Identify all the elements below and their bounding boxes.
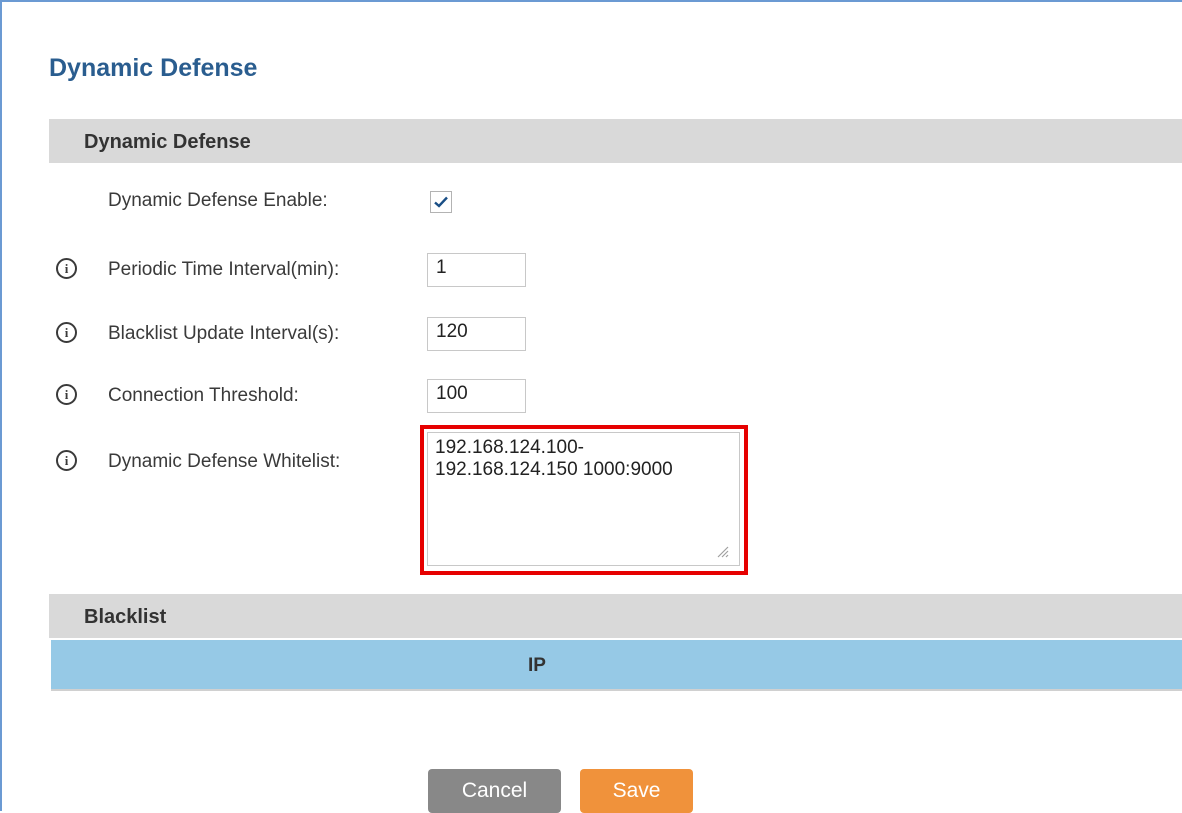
whitelist-textarea[interactable]: 192.168.124.100- 192.168.124.150 1000:90… <box>427 432 740 566</box>
dynamic-defense-enable-checkbox[interactable] <box>430 191 452 213</box>
resize-handle-icon[interactable] <box>715 544 729 558</box>
section-header-label: Blacklist <box>84 606 167 628</box>
section-header-label: Dynamic Defense <box>84 131 251 153</box>
blacklist-table-header: IP <box>51 640 1182 691</box>
blacklist-interval-label: Blacklist Update Interval(s): <box>108 323 340 344</box>
column-header-ip[interactable]: IP <box>528 655 546 677</box>
section-header-dynamic-defense: Dynamic Defense <box>49 119 1182 163</box>
section-header-blacklist: Blacklist <box>49 594 1182 638</box>
info-icon[interactable]: i <box>56 384 77 405</box>
cancel-button[interactable]: Cancel <box>428 769 561 813</box>
checkmark-icon <box>434 196 448 208</box>
info-icon[interactable]: i <box>56 322 77 343</box>
periodic-interval-input[interactable]: 1 <box>427 253 526 287</box>
whitelist-label: Dynamic Defense Whitelist: <box>108 451 341 472</box>
connection-threshold-input[interactable]: 100 <box>427 379 526 413</box>
blacklist-interval-input[interactable]: 120 <box>427 317 526 351</box>
periodic-interval-label: Periodic Time Interval(min): <box>108 259 340 280</box>
connection-threshold-label: Connection Threshold: <box>108 385 299 406</box>
save-button[interactable]: Save <box>580 769 693 813</box>
page-title: Dynamic Defense <box>49 54 258 82</box>
info-icon[interactable]: i <box>56 258 77 279</box>
info-icon[interactable]: i <box>56 450 77 471</box>
main-panel: Dynamic Defense Dynamic Defense Dynamic … <box>0 0 1182 813</box>
dynamic-defense-enable-label: Dynamic Defense Enable: <box>108 190 328 211</box>
